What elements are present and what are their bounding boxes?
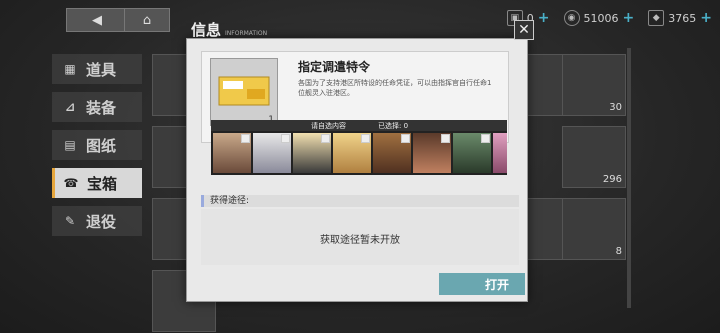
source-empty-text: 获取途径暂未开放 — [320, 235, 400, 246]
portrait-list — [211, 131, 507, 175]
item-image: 1 — [210, 58, 278, 126]
item-name: 指定调遣特令 — [298, 60, 371, 74]
sidebar-item-retire[interactable]: ✎ 退役 — [52, 206, 142, 236]
resource-coin: ◉ 51006 + — [563, 10, 635, 26]
add-coin-button[interactable]: + — [623, 10, 635, 26]
bg-scrollbar[interactable] — [627, 48, 631, 308]
sidebar: ▦ 道具 ⊿ 装备 ▤ 图纸 ☎ 宝箱 ✎ 退役 — [52, 54, 142, 244]
resource-bar: ▣ 0 + ◉ 51006 + ◆ 3765 + — [440, 6, 720, 30]
cannon-icon: ⊿ — [64, 100, 76, 114]
checkbox[interactable] — [241, 134, 250, 143]
portrait-option[interactable] — [293, 133, 331, 173]
selected-count: 已选择: 0 — [378, 121, 409, 130]
portrait-option[interactable] — [213, 133, 251, 173]
add-gem-button[interactable]: + — [700, 10, 712, 26]
open-button[interactable]: 打开 — [439, 273, 525, 295]
checkbox[interactable] — [321, 134, 330, 143]
portrait-option[interactable] — [373, 133, 411, 173]
sidebar-item-chests[interactable]: ☎ 宝箱 — [52, 168, 142, 198]
checkbox[interactable] — [401, 134, 410, 143]
bg-item-cell[interactable]: 296 — [562, 126, 626, 188]
close-button[interactable]: ✕ — [514, 20, 534, 40]
source-label: 获得途径: — [201, 195, 519, 207]
bg-item-cell[interactable]: 8 — [562, 198, 626, 260]
portrait-option[interactable] — [413, 133, 451, 173]
checkbox[interactable] — [481, 134, 490, 143]
sidebar-item-items[interactable]: ▦ 道具 — [52, 54, 142, 84]
checkbox[interactable] — [361, 134, 370, 143]
home-icon: ⌂ — [142, 12, 152, 28]
home-button[interactable]: ⌂ — [124, 8, 170, 32]
gem-icon: ◆ — [648, 10, 665, 26]
ticket-icon — [218, 76, 270, 106]
sidebar-item-blueprints[interactable]: ▤ 图纸 — [52, 130, 142, 160]
portrait-option[interactable] — [453, 133, 491, 173]
modal-title: 信息 INFORMATION — [191, 21, 268, 39]
checkbox[interactable] — [441, 134, 450, 143]
bg-item-cell[interactable]: 30 — [562, 54, 626, 116]
portrait-option[interactable] — [493, 133, 507, 173]
back-button[interactable]: ◀ — [66, 8, 128, 32]
portrait-option[interactable] — [253, 133, 291, 173]
selection-bar: 请自选内容 已选择: 0 — [211, 120, 507, 131]
portrait-option[interactable] — [333, 133, 371, 173]
sidebar-item-equipment[interactable]: ⊿ 装备 — [52, 92, 142, 122]
back-icon: ◀ — [92, 12, 102, 28]
resource-gem: ◆ 3765 + — [648, 10, 712, 26]
close-icon: ✕ — [518, 22, 530, 38]
box-icon: ▦ — [64, 62, 76, 76]
add-ticket-button[interactable]: + — [538, 10, 550, 26]
source-box: 获取途径暂未开放 — [201, 209, 519, 265]
select-hint: 请自选内容 — [311, 121, 346, 130]
chest-icon: ☎ — [63, 176, 79, 190]
info-modal: 信息INFORMATION 1 指定调遣特令 各国为了支持港区所特设的任命凭证，… — [186, 21, 528, 302]
blueprint-icon: ▤ — [64, 138, 76, 152]
item-description: 各国为了支持港区所特设的任命凭证，可以由指挥官自行任命1位舰灵入驻港区。 — [298, 79, 492, 97]
coin-icon: ◉ — [563, 10, 580, 26]
retire-icon: ✎ — [64, 214, 76, 228]
checkbox[interactable] — [281, 134, 290, 143]
